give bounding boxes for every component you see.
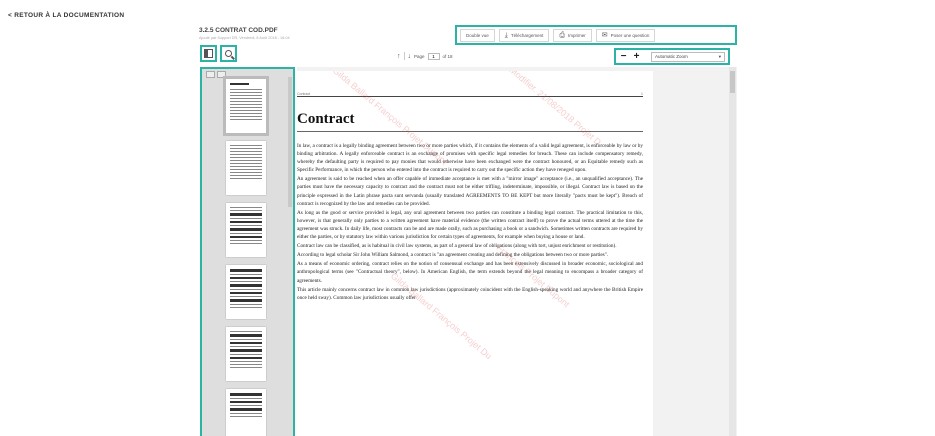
document-toolbar: Double vue ⤓ Téléchargement ⎙ Imprimer ✉… <box>455 25 737 45</box>
printer-icon: ⎙ <box>559 31 566 39</box>
double-view-label: Double vue <box>466 32 489 38</box>
page-navigation: ↑ ↓ Page of 18 <box>397 52 453 60</box>
outline-view-tab[interactable] <box>217 71 226 78</box>
ask-question-button[interactable]: ✉ Poser une question <box>595 28 656 42</box>
zoom-controls: − + Automatic Zoom ▾ <box>614 48 730 65</box>
running-header-page: 1 <box>641 92 643 96</box>
download-button[interactable]: ⤓ Téléchargement <box>498 28 550 42</box>
sidebar-view-tabs <box>206 71 226 78</box>
scrollbar-thumb[interactable] <box>730 71 735 93</box>
download-label: Téléchargement <box>510 32 544 38</box>
page-thumbnail[interactable] <box>226 389 266 436</box>
zoom-select[interactable]: Automatic Zoom ▾ <box>651 51 725 62</box>
previous-page-icon[interactable]: ↑ <box>397 53 401 60</box>
watermark: Modifier. 21/08/2018 Projet D <box>507 71 604 148</box>
document-header: 3.2.5 CONTRAT COD.PDF Ajouté par Support… <box>199 27 379 40</box>
page-number-input[interactable] <box>427 52 440 60</box>
print-button[interactable]: ⎙ Imprimer <box>553 28 592 42</box>
page: < RETOUR À LA DOCUMENTATION 3.2.5 CONTRA… <box>0 0 935 436</box>
sidebar-icon <box>204 49 213 58</box>
running-header-title: Contract <box>297 92 311 96</box>
thumbnail-scrollbar[interactable] <box>288 77 292 207</box>
next-page-icon[interactable]: ↓ <box>408 53 412 60</box>
page-thumbnail[interactable] <box>226 265 266 319</box>
paragraph: An agreement is said to be reached when … <box>297 176 643 207</box>
document-page: Contract 1 Contract In law, a contract i… <box>297 71 653 436</box>
sidebar-toggle-button[interactable] <box>200 45 217 62</box>
back-to-documentation-link[interactable]: < RETOUR À LA DOCUMENTATION <box>8 12 124 19</box>
document-area[interactable]: Contract 1 Contract In law, a contract i… <box>297 67 737 436</box>
paragraph: As a means of economic ordering, contrac… <box>297 261 643 284</box>
page-thumbnail[interactable] <box>223 76 269 136</box>
heading-rule <box>297 131 643 132</box>
chevron-down-icon: ▾ <box>718 53 721 59</box>
document-scrollbar[interactable] <box>729 67 736 436</box>
paragraph: According to legal scholar Sir John Will… <box>297 252 609 259</box>
thumbnail-sidebar <box>200 67 295 436</box>
zoom-out-button[interactable]: − <box>619 51 628 62</box>
pager-divider <box>403 52 405 60</box>
page-thumbnail[interactable] <box>226 141 266 195</box>
download-icon: ⤓ <box>504 31 508 39</box>
page-thumbnail[interactable] <box>226 203 266 257</box>
thumbnail-view-tab[interactable] <box>206 71 215 78</box>
page-heading: Contract <box>297 111 355 127</box>
search-icon <box>225 50 232 57</box>
zoom-in-button[interactable]: + <box>632 51 641 62</box>
paragraph: In law, a contract is a legally binding … <box>297 143 643 174</box>
page-thumbnail[interactable] <box>226 327 266 381</box>
page-label: Page <box>414 53 425 59</box>
chat-icon: ✉ <box>601 31 608 39</box>
page-count: of 18 <box>442 53 453 59</box>
print-label: Imprimer <box>568 32 586 38</box>
paragraph: As long as the good or service provided … <box>297 209 643 241</box>
document-title: 3.2.5 CONTRAT COD.PDF <box>199 27 278 34</box>
paragraph: This article mainly concerns contract la… <box>297 286 643 301</box>
double-view-button[interactable]: Double vue <box>460 28 495 42</box>
zoom-selected-value: Automatic Zoom <box>655 54 688 59</box>
document-meta: Ajouté par Support DR, Vendredi, 8 Août … <box>199 36 290 40</box>
search-button[interactable] <box>220 45 237 62</box>
paragraph: Contract law can be classified, as is ha… <box>297 243 617 250</box>
ask-question-label: Poser une question <box>610 32 650 38</box>
pdf-viewer: 3.2.5 CONTRAT COD.PDF Ajouté par Support… <box>199 20 737 436</box>
running-header: Contract 1 <box>297 92 643 97</box>
page-body: In law, a contract is a legally binding … <box>297 142 643 303</box>
